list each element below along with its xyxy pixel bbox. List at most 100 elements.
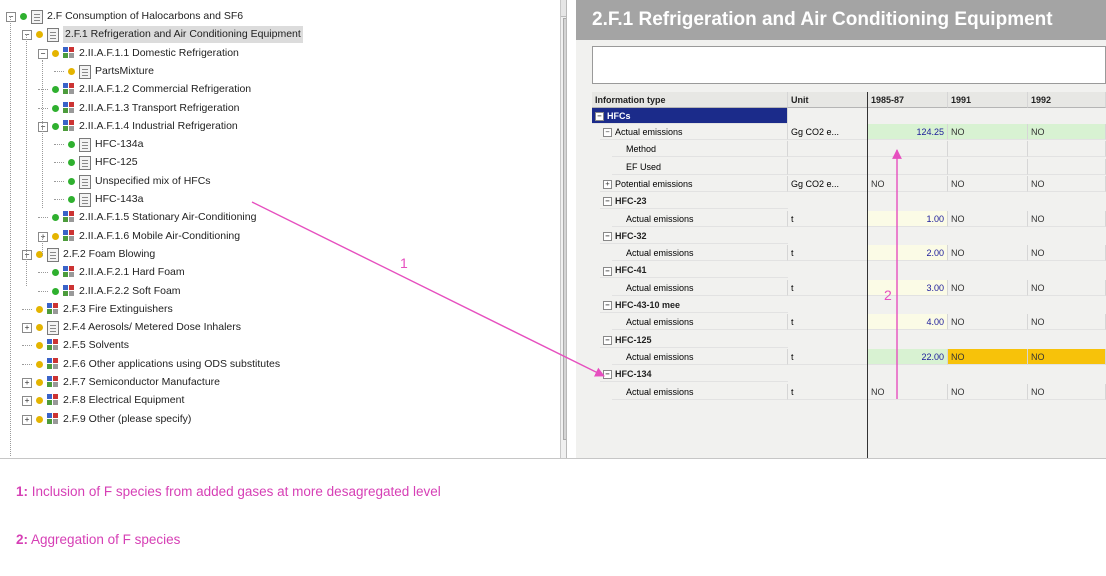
tree-item[interactable]: +2.F.4 Aerosols/ Metered Dose Inhalers (0, 319, 556, 336)
column-header[interactable]: 1992 (1028, 92, 1106, 108)
tree-item[interactable]: − 2.F.2 Foam Blowing (0, 246, 556, 263)
tree-item[interactable]: 2.F.3 Fire Extinguishers (0, 301, 556, 318)
grid-cell[interactable]: Gg CO2 e... (788, 124, 868, 140)
grid-cell[interactable] (868, 141, 948, 158)
group-row[interactable]: − HFCs (592, 108, 1106, 124)
collapse-icon[interactable]: − (603, 370, 612, 380)
expand-icon[interactable]: + (22, 396, 32, 407)
tree-item[interactable]: +2.F.8 Electrical Equipment (0, 392, 556, 409)
table-row[interactable]: − HFC-23 (592, 193, 1106, 210)
grid-cell[interactable]: NO (948, 348, 1028, 365)
grid-cell[interactable]: NO (1028, 210, 1106, 227)
expand-icon[interactable]: + (22, 378, 32, 388)
tree-item[interactable]: HFC-134a (0, 136, 556, 153)
grid-cell[interactable]: t (788, 210, 868, 227)
grid-cell[interactable]: 22.00 (868, 348, 948, 365)
table-row[interactable]: Actual emissions t 3.00 NO NO (592, 279, 1106, 296)
collapse-icon[interactable]: − (603, 231, 612, 241)
scroll-up-arrow-icon[interactable]: ▲ (561, 0, 566, 17)
grid-cell[interactable] (1028, 141, 1106, 158)
grid-cell[interactable] (788, 141, 868, 158)
grid-cell[interactable]: NO (948, 175, 1028, 192)
table-row[interactable]: + Potential emissions Gg CO2 e... NO NO NO (592, 175, 1106, 192)
grid-cell[interactable]: NO (948, 210, 1028, 227)
table-row[interactable]: − HFC-43-10 mee (592, 297, 1106, 313)
tree-item[interactable]: HFC-125 (0, 154, 556, 171)
tree-item[interactable]: +2.F.9 Other (please specify) (0, 411, 556, 428)
expand-icon[interactable]: + (603, 180, 612, 190)
grid-cell[interactable]: NO (1028, 314, 1106, 331)
grid-cell[interactable] (788, 158, 868, 175)
collapse-icon[interactable]: − (603, 335, 612, 345)
collapse-icon[interactable]: − (38, 48, 48, 59)
table-row[interactable]: Method (592, 141, 1106, 158)
tree-item[interactable]: 2.II.A.F.1.5 Stationary Air-Conditioning (0, 209, 556, 226)
grid-cell[interactable] (868, 158, 948, 175)
column-header[interactable]: 1991 (948, 92, 1028, 108)
table-row[interactable]: Actual emissions t 2.00 NO NO (592, 245, 1106, 262)
grid-cell[interactable]: t (788, 348, 868, 365)
grid-cell[interactable]: NO (1028, 279, 1106, 296)
grid-cell[interactable]: NO (948, 383, 1028, 400)
table-row[interactable]: Actual emissions t 1.00 NO NO (592, 210, 1106, 227)
table-row[interactable]: − HFC-41 (592, 262, 1106, 279)
tree-item[interactable]: − 2.F Consumption of Halocarbons and SF6 (0, 8, 556, 25)
table-row[interactable]: Actual emissions t 4.00 NO NO (592, 314, 1106, 331)
grid-cell[interactable]: NO (868, 175, 948, 192)
tree-item[interactable]: − 2.F.1 Refrigeration and Air Conditionin… (0, 26, 556, 44)
tree-item[interactable]: − 2.II.A.F.1.4 Industrial Refrigeration (0, 118, 556, 135)
collapse-icon[interactable]: − (6, 12, 16, 22)
collapse-icon[interactable]: − (603, 128, 612, 138)
grid-cell[interactable]: NO (1028, 124, 1106, 140)
grid-cell[interactable]: t (788, 383, 868, 400)
tree-scrollbar[interactable]: ▲ (560, 0, 566, 458)
table-row[interactable]: Actual emissions t NO NO NO (592, 383, 1106, 400)
table-row[interactable]: − HFC-134 (592, 366, 1106, 383)
grid-cell[interactable]: NO (1028, 348, 1106, 365)
grid-cell[interactable]: NO (1028, 175, 1106, 192)
comment-field[interactable] (592, 46, 1106, 84)
tree-item[interactable]: − 2.II.A.F.1.1 Domestic Refrigeration (0, 45, 556, 62)
collapse-icon[interactable]: − (38, 121, 48, 132)
table-row[interactable]: EF Used (592, 158, 1106, 175)
grid-cell[interactable]: t (788, 314, 868, 331)
tree-item[interactable]: 2.F.6 Other applications using ODS subst… (0, 356, 556, 373)
tree-item[interactable]: Unspecified mix of HFCs (0, 173, 556, 190)
collapse-icon[interactable]: − (22, 30, 32, 41)
expand-icon[interactable]: + (22, 323, 32, 334)
expand-icon[interactable]: + (38, 231, 48, 242)
grid-cell[interactable]: Gg CO2 e... (788, 175, 868, 192)
tree-item[interactable]: HFC-143a (0, 191, 556, 208)
tree-item[interactable]: 2.II.A.F.2.1 Hard Foam (0, 264, 556, 281)
grid-cell[interactable]: 124.25 (868, 124, 948, 140)
table-row[interactable]: − HFC-32 (592, 228, 1106, 244)
grid-cell[interactable]: NO (1028, 383, 1106, 400)
grid-cell[interactable]: 1.00 (868, 210, 948, 227)
table-row[interactable]: Actual emissions t 22.00 NO NO (592, 348, 1106, 365)
column-header[interactable]: 1985-87 (868, 92, 948, 108)
expand-icon[interactable]: + (22, 414, 32, 425)
tree-item[interactable]: 2.II.A.F.1.3 Transport Refrigeration (0, 100, 556, 117)
grid-cell[interactable]: NO (948, 279, 1028, 296)
column-header[interactable]: Information type (592, 92, 788, 108)
collapse-icon[interactable]: − (595, 112, 604, 122)
scroll-thumb[interactable] (563, 18, 566, 440)
grid-cell[interactable]: t (788, 279, 868, 296)
tree-item[interactable]: +2.II.A.F.1.6 Mobile Air-Conditioning (0, 228, 556, 245)
collapse-icon[interactable]: − (22, 249, 32, 260)
grid-cell[interactable]: NO (948, 314, 1028, 331)
grid-cell[interactable]: NO (948, 245, 1028, 262)
grid-cell[interactable]: 2.00 (868, 245, 948, 262)
tree-item[interactable]: 2.II.A.F.2.2 Soft Foam (0, 283, 556, 300)
grid-cell[interactable]: t (788, 245, 868, 262)
grid-cell[interactable] (948, 141, 1028, 158)
column-header[interactable]: Unit (788, 92, 868, 108)
grid-cell[interactable]: NO (948, 124, 1028, 140)
table-row[interactable]: − HFC-125 (592, 332, 1106, 348)
collapse-icon[interactable]: − (603, 197, 612, 207)
collapse-icon[interactable]: − (603, 301, 612, 311)
grid-cell[interactable] (948, 158, 1028, 175)
tree-item[interactable]: 2.F.5 Solvents (0, 337, 556, 354)
tree-item[interactable]: PartsMixture (0, 63, 556, 80)
grid-cell[interactable]: NO (1028, 245, 1106, 262)
